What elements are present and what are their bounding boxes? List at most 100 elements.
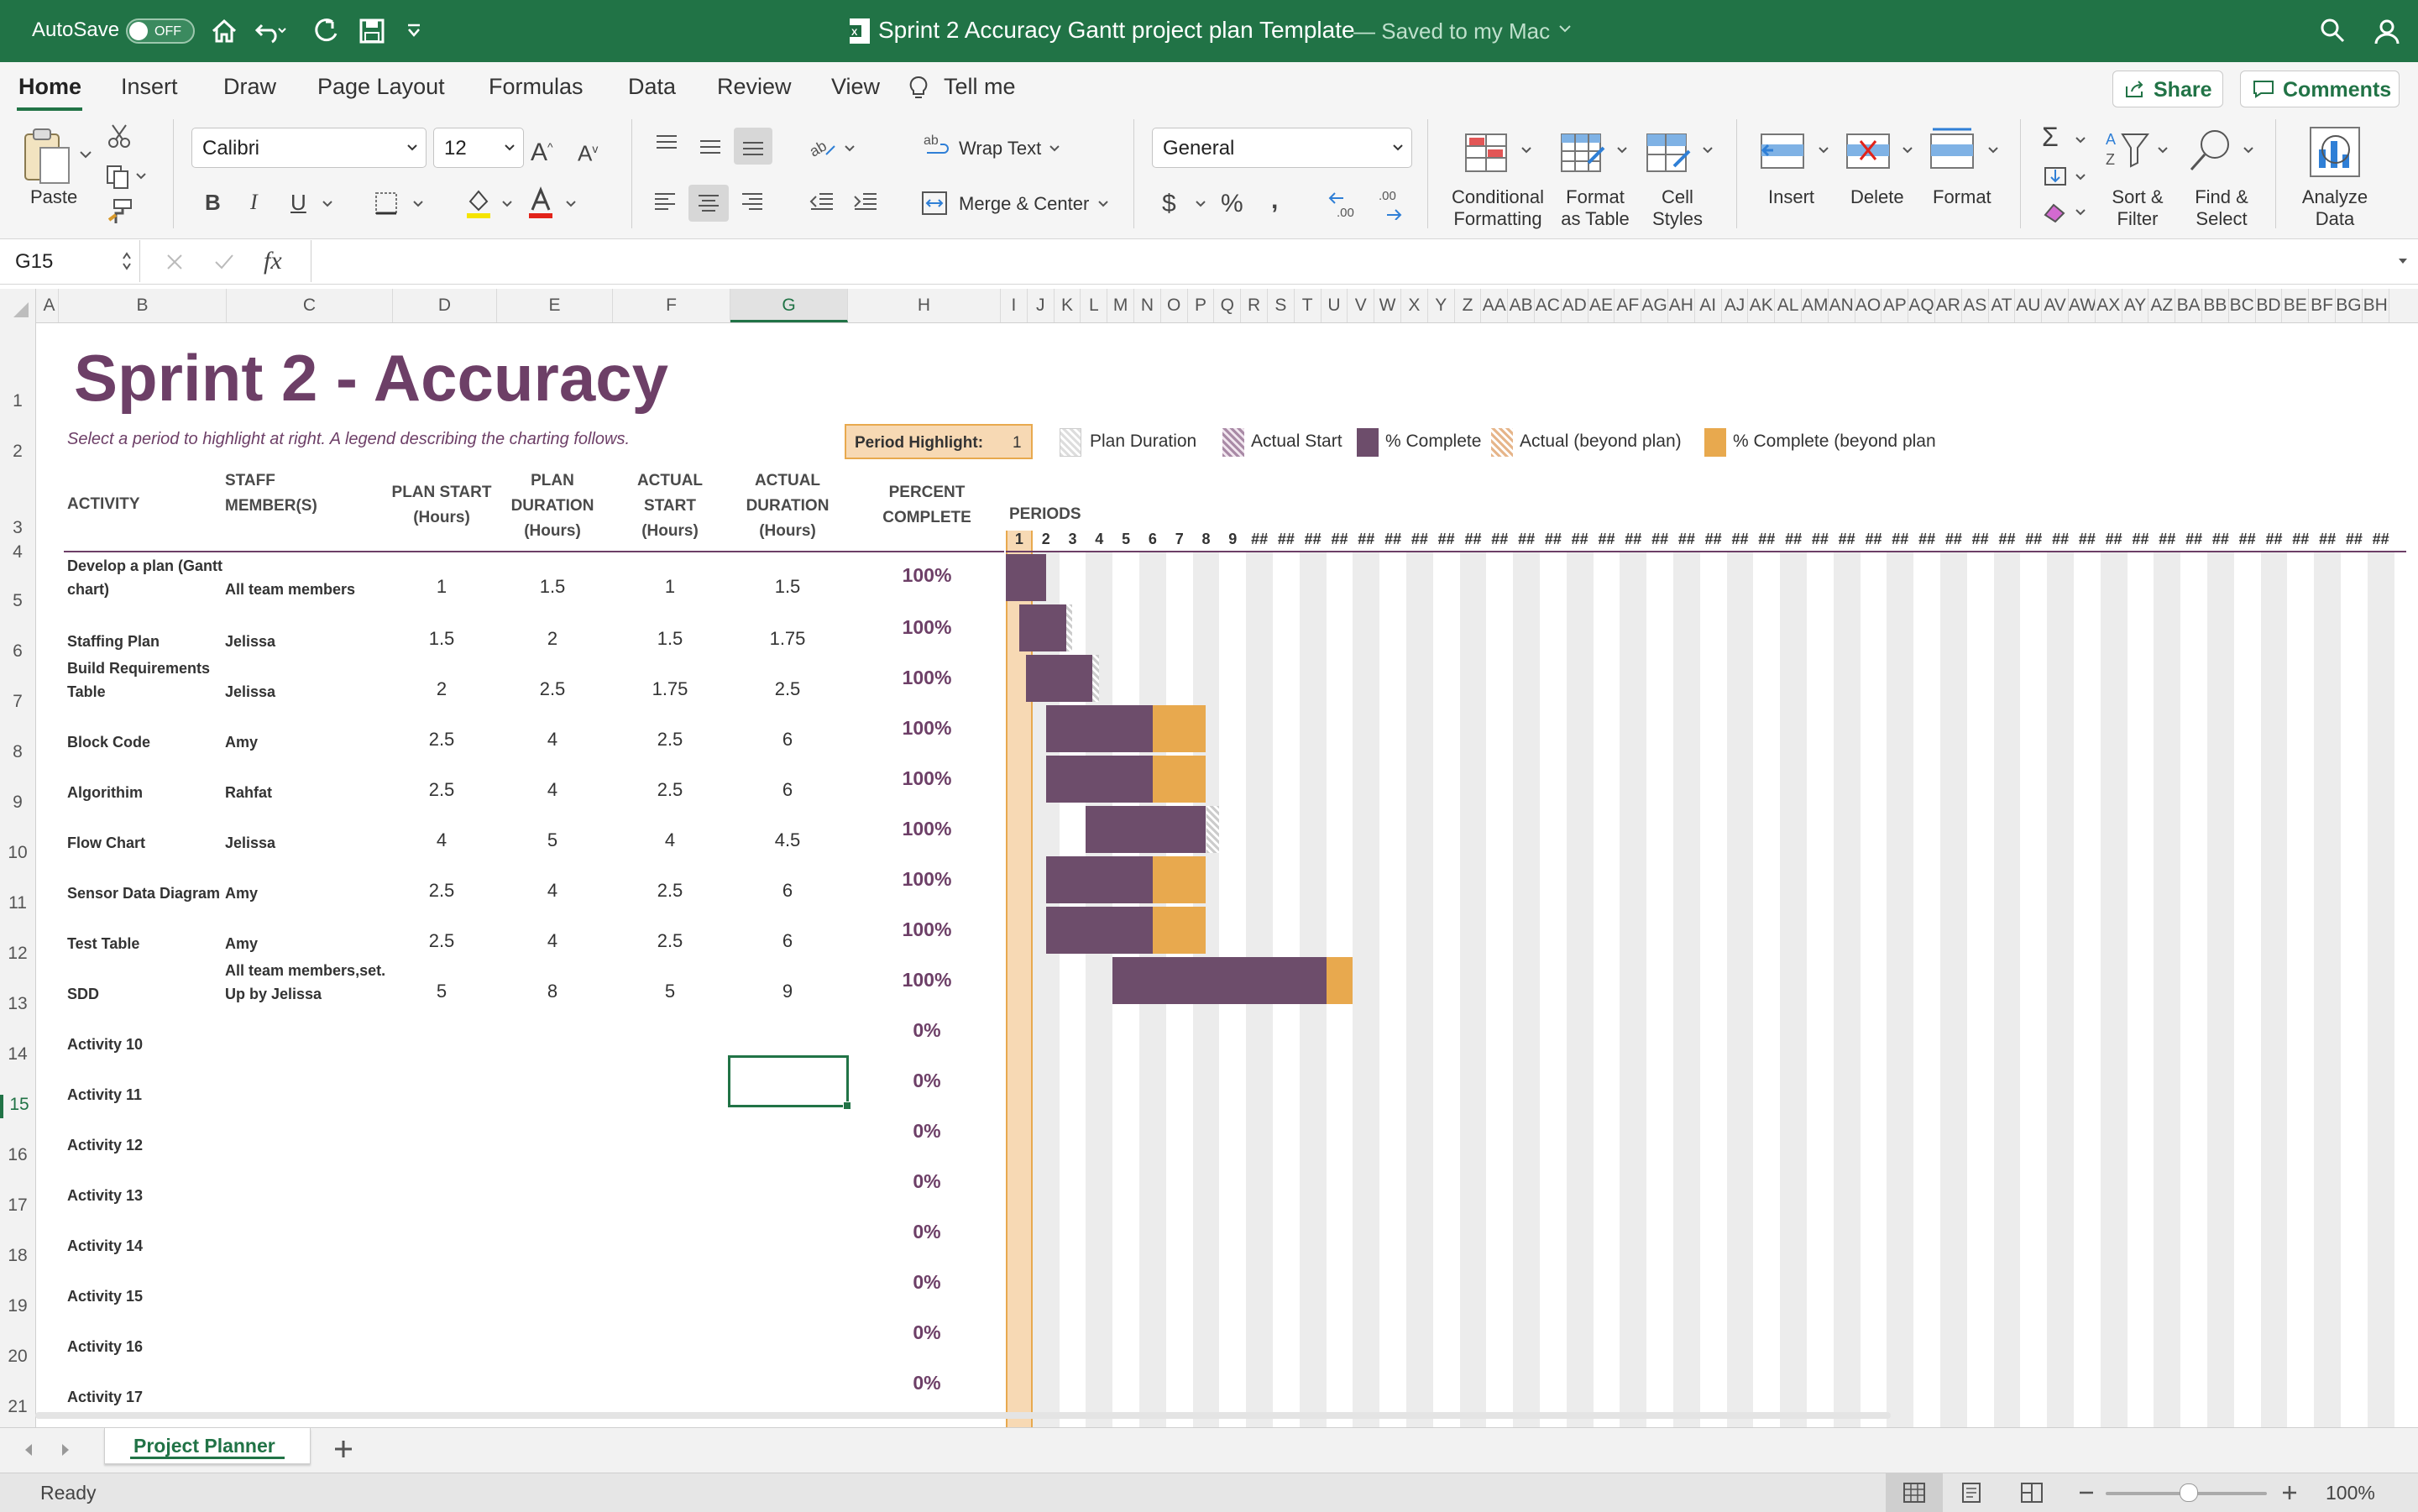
activity-name-cell[interactable]: Block Code bbox=[67, 730, 150, 754]
align-left-icon[interactable] bbox=[652, 190, 678, 213]
merge-center-chevron-icon[interactable] bbox=[1096, 198, 1110, 210]
plan-start-cell[interactable]: 2.5 bbox=[390, 880, 494, 902]
column-header-y[interactable]: Y bbox=[1428, 289, 1455, 322]
decrease-indent-icon[interactable] bbox=[808, 190, 836, 213]
plan-duration-cell[interactable]: 4 bbox=[500, 880, 604, 902]
increase-indent-icon[interactable] bbox=[851, 190, 880, 213]
column-header-aa[interactable]: AA bbox=[1481, 289, 1509, 322]
save-icon[interactable] bbox=[358, 17, 386, 45]
staff-member-cell[interactable]: Amy bbox=[225, 730, 258, 754]
align-center-button[interactable] bbox=[688, 185, 729, 222]
actual-duration-cell[interactable]: 1.5 bbox=[735, 576, 840, 598]
column-header-b[interactable]: B bbox=[59, 289, 227, 322]
column-header-g[interactable]: G bbox=[730, 289, 848, 322]
activity-name-cell[interactable]: Activity 15 bbox=[67, 1284, 143, 1308]
align-middle-icon[interactable] bbox=[697, 136, 724, 160]
staff-member-cell[interactable]: Jelissa bbox=[225, 630, 275, 653]
home-icon[interactable] bbox=[210, 17, 238, 45]
tab-formulas[interactable]: Formulas bbox=[489, 74, 584, 100]
fill-down-chevron-icon[interactable] bbox=[2074, 171, 2087, 183]
chevron-down-icon[interactable] bbox=[1557, 20, 1573, 37]
column-header-bc[interactable]: BC bbox=[2229, 289, 2256, 322]
period-highlight-box[interactable]: Period Highlight: 1 bbox=[845, 424, 1033, 459]
column-header-bd[interactable]: BD bbox=[2256, 289, 2283, 322]
column-header-ba[interactable]: BA bbox=[2175, 289, 2202, 322]
column-header-r[interactable]: R bbox=[1241, 289, 1268, 322]
actual-start-cell[interactable]: 1 bbox=[618, 576, 722, 598]
row-header-5[interactable]: 5 bbox=[0, 591, 35, 615]
sheet-tab-project-planner[interactable]: Project Planner bbox=[104, 1428, 311, 1464]
fill-color-icon[interactable] bbox=[463, 186, 494, 220]
percent-complete-cell[interactable]: 0% bbox=[858, 1221, 996, 1243]
row-header-7[interactable]: 7 bbox=[0, 692, 35, 715]
column-header-ap[interactable]: AP bbox=[1882, 289, 1909, 322]
actual-duration-cell[interactable]: 1.75 bbox=[735, 628, 840, 650]
plan-duration-cell[interactable]: 1.5 bbox=[500, 576, 604, 598]
zoom-level[interactable]: 100% bbox=[2326, 1482, 2375, 1504]
column-header-ac[interactable]: AC bbox=[1535, 289, 1562, 322]
column-header-bb[interactable]: BB bbox=[2202, 289, 2229, 322]
row-header-11[interactable]: 11 bbox=[0, 893, 35, 917]
period-highlight-value[interactable]: 1 bbox=[1013, 434, 1022, 453]
underline-menu-chevron-icon[interactable] bbox=[321, 198, 334, 210]
column-header-ah[interactable]: AH bbox=[1668, 289, 1695, 322]
percent-complete-cell[interactable]: 100% bbox=[858, 918, 996, 941]
row-header-18[interactable]: 18 bbox=[0, 1246, 35, 1269]
expand-formula-bar-icon[interactable] bbox=[2396, 255, 2410, 267]
percent-complete-cell[interactable]: 100% bbox=[858, 818, 996, 840]
format-as-table-chevron-icon[interactable] bbox=[1615, 144, 1629, 156]
staff-member-cell[interactable]: Jelissa bbox=[225, 831, 275, 855]
page-break-view-icon[interactable] bbox=[2020, 1482, 2044, 1504]
staff-member-cell[interactable]: Amy bbox=[225, 882, 258, 905]
plan-duration-cell[interactable]: 2 bbox=[500, 628, 604, 650]
tab-data[interactable]: Data bbox=[628, 74, 676, 100]
header-plan-duration[interactable]: PLAN DURATION (Hours) bbox=[500, 468, 604, 544]
sheet-subtitle[interactable]: Select a period to highlight at right. A… bbox=[67, 430, 630, 449]
plan-start-cell[interactable]: 2 bbox=[390, 678, 494, 700]
plan-start-cell[interactable]: 2.5 bbox=[390, 779, 494, 801]
column-header-au[interactable]: AU bbox=[2015, 289, 2043, 322]
align-top-icon[interactable] bbox=[653, 133, 680, 156]
percent-complete-cell[interactable]: 100% bbox=[858, 564, 996, 587]
format-cells-label[interactable]: Format bbox=[1933, 186, 1991, 208]
row-header-15[interactable]: 15 bbox=[0, 1095, 35, 1118]
increase-font-size-icon[interactable]: A^ bbox=[531, 134, 553, 165]
cell-styles-chevron-icon[interactable] bbox=[1701, 144, 1714, 156]
actual-start-cell[interactable]: 1.75 bbox=[618, 678, 722, 700]
row-header-6[interactable]: 6 bbox=[0, 641, 35, 665]
column-header-an[interactable]: AN bbox=[1829, 289, 1855, 322]
percent-complete-cell[interactable]: 100% bbox=[858, 667, 996, 689]
activity-name-cell[interactable]: Activity 17 bbox=[67, 1385, 143, 1409]
account-icon[interactable] bbox=[2373, 17, 2401, 45]
column-header-c[interactable]: C bbox=[227, 289, 393, 322]
column-header-al[interactable]: AL bbox=[1775, 289, 1802, 322]
delete-cells-icon[interactable] bbox=[1844, 129, 1892, 173]
column-header-t[interactable]: T bbox=[1295, 289, 1322, 322]
percent-complete-cell[interactable]: 100% bbox=[858, 717, 996, 740]
orientation-icon[interactable]: ab bbox=[808, 133, 838, 161]
select-all-corner[interactable] bbox=[0, 289, 36, 322]
column-header-z[interactable]: Z bbox=[1455, 289, 1482, 322]
bold-icon[interactable]: B bbox=[205, 190, 221, 215]
find-select-icon[interactable] bbox=[2188, 128, 2235, 175]
copy-icon[interactable] bbox=[104, 163, 131, 190]
column-header-av[interactable]: AV bbox=[2042, 289, 2069, 322]
fill-color-menu-chevron-icon[interactable] bbox=[500, 198, 514, 210]
percent-complete-cell[interactable]: 0% bbox=[858, 1070, 996, 1092]
horizontal-scrollbar[interactable] bbox=[35, 1412, 1891, 1419]
column-header-aw[interactable]: AW bbox=[2069, 289, 2096, 322]
sheet-title[interactable]: Sprint 2 - Accuracy bbox=[74, 337, 668, 418]
header-plan-start[interactable]: PLAN START (Hours) bbox=[390, 480, 494, 531]
header-actual-start[interactable]: ACTUAL START (Hours) bbox=[618, 468, 722, 544]
actual-duration-cell[interactable]: 2.5 bbox=[735, 678, 840, 700]
plan-duration-cell[interactable]: 2.5 bbox=[500, 678, 604, 700]
cancel-entry-icon[interactable] bbox=[165, 252, 185, 272]
zoom-out-icon[interactable] bbox=[2077, 1485, 2096, 1500]
tab-review[interactable]: Review bbox=[717, 74, 792, 100]
actual-start-cell[interactable]: 4 bbox=[618, 829, 722, 851]
column-header-v[interactable]: V bbox=[1348, 289, 1375, 322]
row-header-10[interactable]: 10 bbox=[0, 843, 35, 866]
actual-start-cell[interactable]: 2.5 bbox=[618, 930, 722, 952]
redo-icon[interactable] bbox=[312, 17, 341, 45]
plan-start-cell[interactable]: 2.5 bbox=[390, 930, 494, 952]
